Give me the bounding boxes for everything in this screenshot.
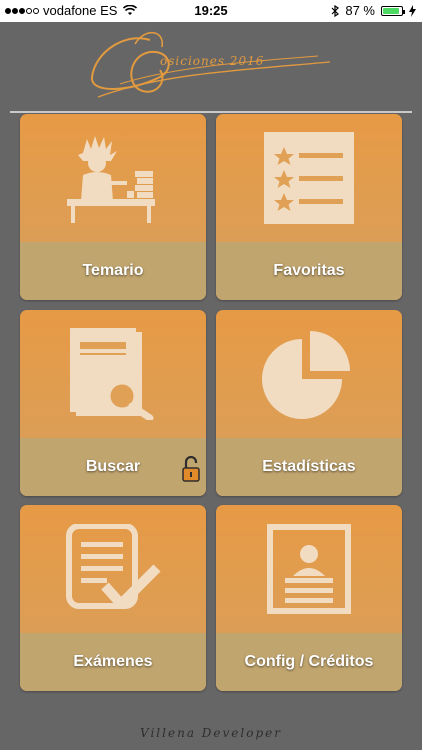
battery-icon <box>381 5 405 16</box>
pie-chart-icon <box>262 331 350 419</box>
examenes-label: Exámenes <box>73 653 153 670</box>
buscar-label: Buscar <box>85 458 141 475</box>
battery-percent: 87 % <box>345 3 375 18</box>
star-list-icon <box>264 132 354 224</box>
estadisticas-label-band: Estadísticas <box>216 438 402 496</box>
developer-signature: Villena Developer <box>140 726 282 740</box>
favoritas-label: Favoritas <box>273 262 345 279</box>
examenes-tile[interactable]: Exámenes <box>20 505 206 691</box>
estadisticas-tile[interactable]: Estadísticas <box>216 310 402 496</box>
header-divider <box>10 111 412 113</box>
logo-script-text: osiciones 2016 <box>160 54 265 68</box>
temario-label-band: Temario <box>20 242 206 300</box>
favoritas-tile[interactable]: Favoritas <box>216 114 402 300</box>
estadisticas-icon-area <box>216 310 402 438</box>
buscar-label-band: Buscar <box>20 438 206 496</box>
config-label: Config / Créditos <box>244 653 374 670</box>
bluetooth-icon <box>331 4 340 17</box>
config-tile[interactable]: Config / Créditos <box>216 505 402 691</box>
charging-bolt-icon <box>409 4 416 17</box>
config-label-band: Config / Créditos <box>216 633 402 691</box>
exam-check-icon <box>66 524 161 609</box>
buscar-icon-area <box>20 310 206 438</box>
temario-tile[interactable]: Temario <box>20 114 206 300</box>
app-header: osiciones 2016 <box>0 22 422 112</box>
favoritas-icon-area <box>216 114 402 242</box>
config-icon-area <box>216 505 402 633</box>
temario-icon-area <box>20 114 206 242</box>
unlocked-padlock-icon[interactable] <box>182 456 200 482</box>
examenes-label-band: Exámenes <box>20 633 206 691</box>
status-bar: vodafone ES 19:25 87 % <box>0 0 422 22</box>
examenes-icon-area <box>20 505 206 633</box>
favoritas-label-band: Favoritas <box>216 242 402 300</box>
buscar-tile[interactable]: Buscar <box>20 310 206 496</box>
document-search-icon <box>70 328 154 420</box>
estadisticas-label: Estadísticas <box>262 458 356 475</box>
temario-label: Temario <box>82 262 144 279</box>
status-right: 87 % <box>331 3 416 18</box>
id-card-icon <box>267 524 351 614</box>
student-at-desk-icon <box>67 136 155 223</box>
